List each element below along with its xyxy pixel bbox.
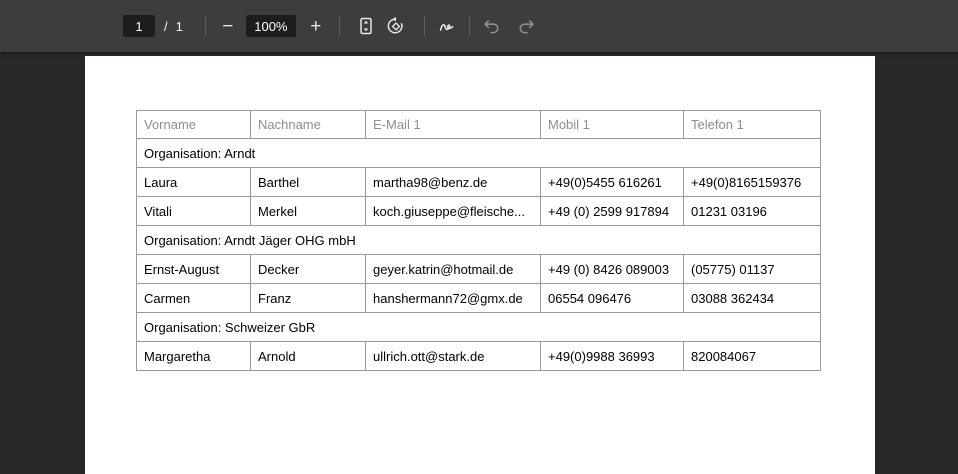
group-row: Organisation: Arndt Jäger OHG mbH [136,225,821,255]
pdf-canvas: Vorname Nachname E-Mail 1 Mobil 1 Telefo… [0,52,958,474]
minus-icon: − [222,15,234,37]
cell-vorname: Carmen [136,283,251,313]
column-header-email: E-Mail 1 [365,110,541,139]
group-label: Organisation: Arndt Jäger OHG mbH [136,225,821,255]
plus-icon: + [310,15,322,37]
toolbar-divider [204,16,206,36]
cell-telefon: 01231 03196 [683,196,821,226]
cell-mobil: +49(0)9988 36993 [540,341,684,371]
cell-nachname: Franz [250,283,366,313]
cell-mobil: +49 (0) 2599 917894 [540,196,684,226]
cell-mobil: +49(0)5455 616261 [540,167,684,197]
zoom-out-button[interactable]: − [214,12,242,40]
rotate-button[interactable] [382,12,410,40]
cell-telefon: +49(0)8165159376 [683,167,821,197]
group-row: Organisation: Arndt [136,138,821,168]
page-number-input[interactable] [123,15,155,37]
column-header-telefon: Telefon 1 [683,110,821,139]
toolbar-divider [423,16,425,36]
cell-vorname: Margaretha [136,341,251,371]
column-header-vorname: Vorname [136,110,251,139]
toolbar-divider [338,16,340,36]
column-header-nachname: Nachname [250,110,366,139]
table-header-row: Vorname Nachname E-Mail 1 Mobil 1 Telefo… [136,110,821,139]
cell-nachname: Arnold [250,341,366,371]
undo-icon [481,15,503,37]
cell-email: geyer.katrin@hotmail.de [365,254,541,284]
cell-telefon: 820084067 [683,341,821,371]
cell-mobil: 06554 096476 [540,283,684,313]
redo-button[interactable] [512,12,540,40]
fit-page-icon [356,16,376,36]
pdf-page: Vorname Nachname E-Mail 1 Mobil 1 Telefo… [85,56,875,474]
contacts-table: Vorname Nachname E-Mail 1 Mobil 1 Telefo… [136,110,821,371]
table-row: Margaretha Arnold ullrich.ott@stark.de +… [136,341,821,371]
group-label: Organisation: Schweizer GbR [136,312,821,342]
group-row: Organisation: Schweizer GbR [136,312,821,342]
cell-vorname: Laura [136,167,251,197]
fit-page-button[interactable] [352,12,380,40]
table-row: Vitali Merkel koch.giuseppe@fleische... … [136,196,821,226]
page-total: 1 [175,18,183,34]
column-header-mobil: Mobil 1 [540,110,684,139]
group-label: Organisation: Arndt [136,138,821,168]
cell-telefon: 03088 362434 [683,283,821,313]
toolbar-divider [468,16,470,36]
zoom-in-button[interactable]: + [302,12,330,40]
cell-nachname: Decker [250,254,366,284]
annotate-icon [436,15,458,37]
table-row: Laura Barthel martha98@benz.de +49(0)545… [136,167,821,197]
cell-email: ullrich.ott@stark.de [365,341,541,371]
table-row: Ernst-August Decker geyer.katrin@hotmail… [136,254,821,284]
cell-telefon: (05775) 01137 [683,254,821,284]
annotate-button[interactable] [433,12,461,40]
zoom-level-input[interactable] [245,15,296,37]
rotate-ccw-icon [385,15,407,37]
cell-vorname: Ernst-August [136,254,251,284]
cell-vorname: Vitali [136,196,251,226]
pdf-toolbar: / 1 − + [0,0,958,52]
cell-nachname: Merkel [250,196,366,226]
cell-nachname: Barthel [250,167,366,197]
table-row: Carmen Franz hanshermann72@gmx.de 06554 … [136,283,821,313]
cell-email: martha98@benz.de [365,167,541,197]
page-separator: / [164,18,168,34]
cell-email: hanshermann72@gmx.de [365,283,541,313]
redo-icon [515,15,537,37]
toolbar-controls: / 1 − + [123,0,540,52]
undo-button[interactable] [478,12,506,40]
cell-email: koch.giuseppe@fleische... [365,196,541,226]
cell-mobil: +49 (0) 8426 089003 [540,254,684,284]
